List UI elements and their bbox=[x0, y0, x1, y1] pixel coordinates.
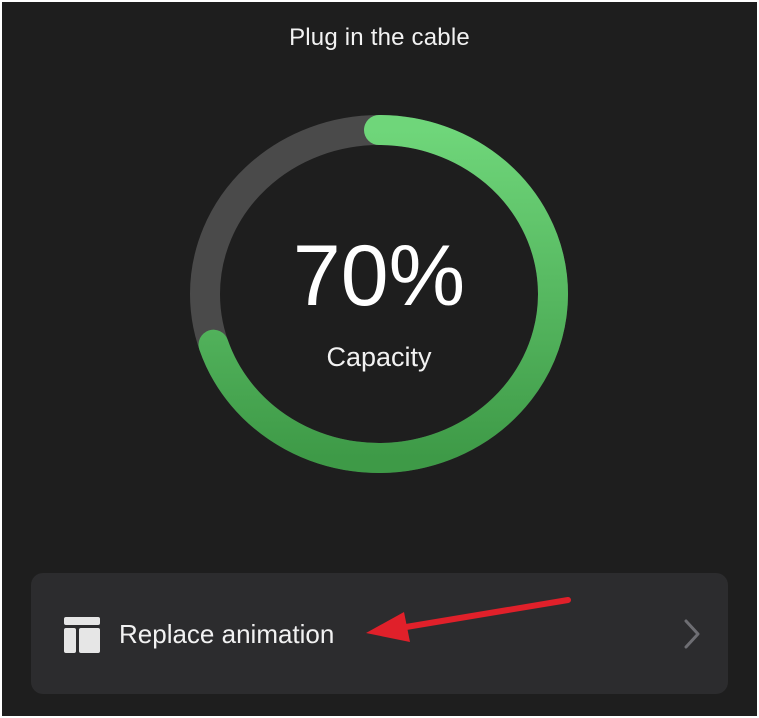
chevron-right-icon bbox=[684, 619, 700, 649]
charging-screen: Plug in the cable 70% Capacity Replace a… bbox=[2, 2, 757, 716]
screen-title: Plug in the cable bbox=[289, 24, 470, 51]
replace-animation-label: Replace animation bbox=[119, 619, 335, 649]
layout-template-icon bbox=[64, 617, 100, 653]
replace-animation-row[interactable]: Replace animation bbox=[31, 573, 728, 694]
capacity-percent: 70% bbox=[292, 228, 466, 324]
capacity-label: Capacity bbox=[326, 342, 432, 372]
